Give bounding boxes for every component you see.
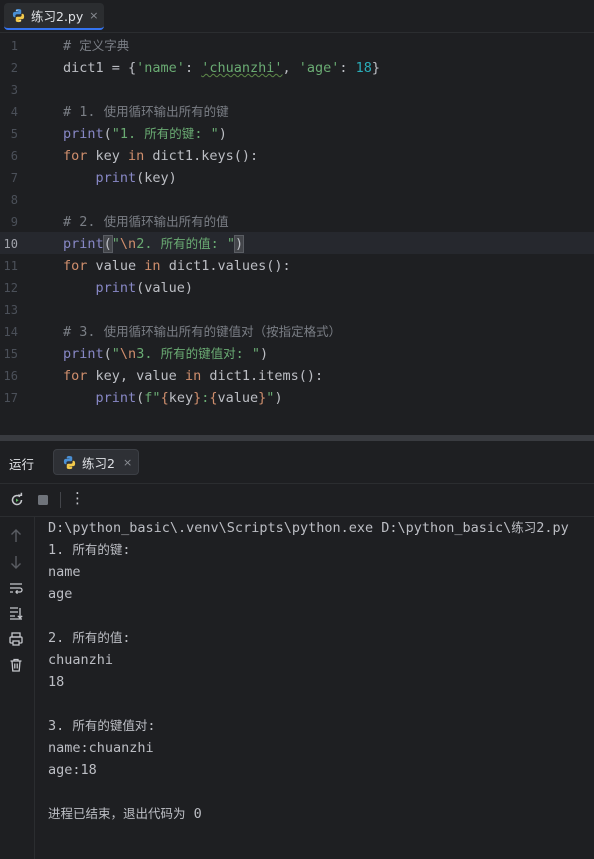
line-number: 3 xyxy=(10,83,18,97)
run-panel-header: 运行 练习2 × xyxy=(0,441,594,484)
code-line[interactable]: 6 for key in dict1.keys(): xyxy=(0,145,594,167)
code-text: print(f"{key}:{value}") xyxy=(95,390,283,406)
console-line: 2. 所有的值: xyxy=(48,630,131,646)
code-text: # 2. 使用循环输出所有的值 xyxy=(63,214,229,230)
code-line[interactable]: 8 xyxy=(0,189,594,211)
line-number: 1 xyxy=(10,39,18,53)
console-line: chuanzhi xyxy=(48,652,114,668)
line-number: 8 xyxy=(10,193,18,207)
line-number: 10 xyxy=(3,237,18,251)
code-text: print("1. 所有的键: ") xyxy=(63,126,227,142)
code-text: # 3. 使用循环输出所有的键值对（按指定格式） xyxy=(63,324,342,340)
line-number: 5 xyxy=(10,127,18,141)
console-line: 3. 所有的键值对: xyxy=(48,718,156,734)
code-text: dict1 = {'name': 'chuanzhi', 'age': 18} xyxy=(63,60,381,76)
code-line[interactable]: 16 for key, value in dict1.items(): xyxy=(0,365,594,387)
code-line[interactable]: 7 print(key) xyxy=(0,167,594,189)
line-number: 13 xyxy=(3,303,18,317)
code-text: print(value) xyxy=(95,280,194,296)
arrow-down-icon[interactable] xyxy=(8,554,24,570)
line-number: 15 xyxy=(3,347,18,361)
code-text: for key in dict1.keys(): xyxy=(63,148,259,164)
console-line: age xyxy=(48,586,73,602)
close-icon[interactable]: × xyxy=(89,9,98,22)
code-line[interactable]: 11 for value in dict1.values(): xyxy=(0,255,594,277)
toolbar-separator xyxy=(60,492,61,508)
line-number: 7 xyxy=(10,171,18,185)
run-tab-lianxi2[interactable]: 练习2 × xyxy=(53,449,139,475)
code-text: for key, value in dict1.items(): xyxy=(63,368,324,384)
console-line: name:chuanzhi xyxy=(48,740,154,756)
code-text: print("\n3. 所有的键值对: ") xyxy=(63,346,269,362)
code-text: for value in dict1.values(): xyxy=(63,258,291,274)
rerun-icon[interactable] xyxy=(9,492,25,508)
console-line: D:\python_basic\.venv\Scripts\python.exe… xyxy=(48,520,569,536)
run-side-toolbar xyxy=(0,517,35,859)
line-number: 16 xyxy=(3,369,18,383)
code-line[interactable]: 10 print("\n2. 所有的值: ") xyxy=(0,233,594,255)
scroll-to-end-icon[interactable] xyxy=(8,605,24,621)
console-line: 18 xyxy=(48,674,65,690)
code-line[interactable]: 5 print("1. 所有的键: ") xyxy=(0,123,594,145)
line-number: 17 xyxy=(3,391,18,405)
line-number: 14 xyxy=(3,325,18,339)
editor-tab-bar: 练习2.py × xyxy=(0,0,594,33)
console-line: age:18 xyxy=(48,762,97,778)
console-line: name xyxy=(48,564,81,580)
python-file-icon xyxy=(63,455,76,469)
line-number: 9 xyxy=(10,215,18,229)
editor-tab-label: 练习2.py xyxy=(31,9,84,24)
code-text: print(key) xyxy=(95,170,177,186)
more-options-icon[interactable]: ⋮ xyxy=(70,489,85,507)
code-text: print("\n2. 所有的值: ") xyxy=(63,235,245,253)
code-line[interactable]: 13 xyxy=(0,299,594,321)
code-line[interactable]: 17 print(f"{key}:{value}") xyxy=(0,387,594,409)
ide-window: 练习2.py × 1 # 定义字典 2 dict1 = {'name': 'chuan… xyxy=(0,0,594,859)
line-number: 11 xyxy=(3,259,18,273)
code-line[interactable]: 9 # 2. 使用循环输出所有的值 xyxy=(0,211,594,233)
console-output[interactable]: D:\python_basic\.venv\Scripts\python.exe… xyxy=(48,517,588,857)
code-line[interactable]: 15 print("\n3. 所有的键值对: ") xyxy=(0,343,594,365)
code-editor[interactable]: 1 # 定义字典 2 dict1 = {'name': 'chuanzhi', 'ag… xyxy=(0,33,594,433)
code-line[interactable]: 3 xyxy=(0,79,594,101)
code-line[interactable]: 14 # 3. 使用循环输出所有的键值对（按指定格式） xyxy=(0,321,594,343)
python-file-icon xyxy=(12,8,25,23)
code-text: # 1. 使用循环输出所有的键 xyxy=(63,104,229,120)
console-line: 1. 所有的键: xyxy=(48,542,131,558)
console-line: 进程已结束，退出代码为 0 xyxy=(48,806,202,822)
arrow-up-icon[interactable] xyxy=(8,528,24,544)
code-line[interactable]: 12 print(value) xyxy=(0,277,594,299)
run-tab-label: 练习2 xyxy=(82,455,115,471)
line-number: 2 xyxy=(10,61,18,75)
trash-icon[interactable] xyxy=(8,657,24,673)
line-number: 12 xyxy=(3,281,18,295)
line-number: 6 xyxy=(10,149,18,163)
close-icon[interactable]: × xyxy=(123,456,132,469)
editor-tab-lianxi2[interactable]: 练习2.py × xyxy=(4,3,104,30)
code-text: # 定义字典 xyxy=(63,38,130,54)
print-icon[interactable] xyxy=(8,631,24,647)
code-line[interactable]: 1 # 定义字典 xyxy=(0,35,594,57)
run-toolbar: ⋮ xyxy=(0,484,594,517)
run-panel-title: 运行 xyxy=(9,457,35,472)
code-line[interactable]: 2 dict1 = {'name': 'chuanzhi', 'age': 18} xyxy=(0,57,594,79)
stop-icon[interactable] xyxy=(35,492,51,508)
line-number: 4 xyxy=(10,105,18,119)
code-line[interactable]: 4 # 1. 使用循环输出所有的键 xyxy=(0,101,594,123)
soft-wrap-icon[interactable] xyxy=(8,580,24,596)
